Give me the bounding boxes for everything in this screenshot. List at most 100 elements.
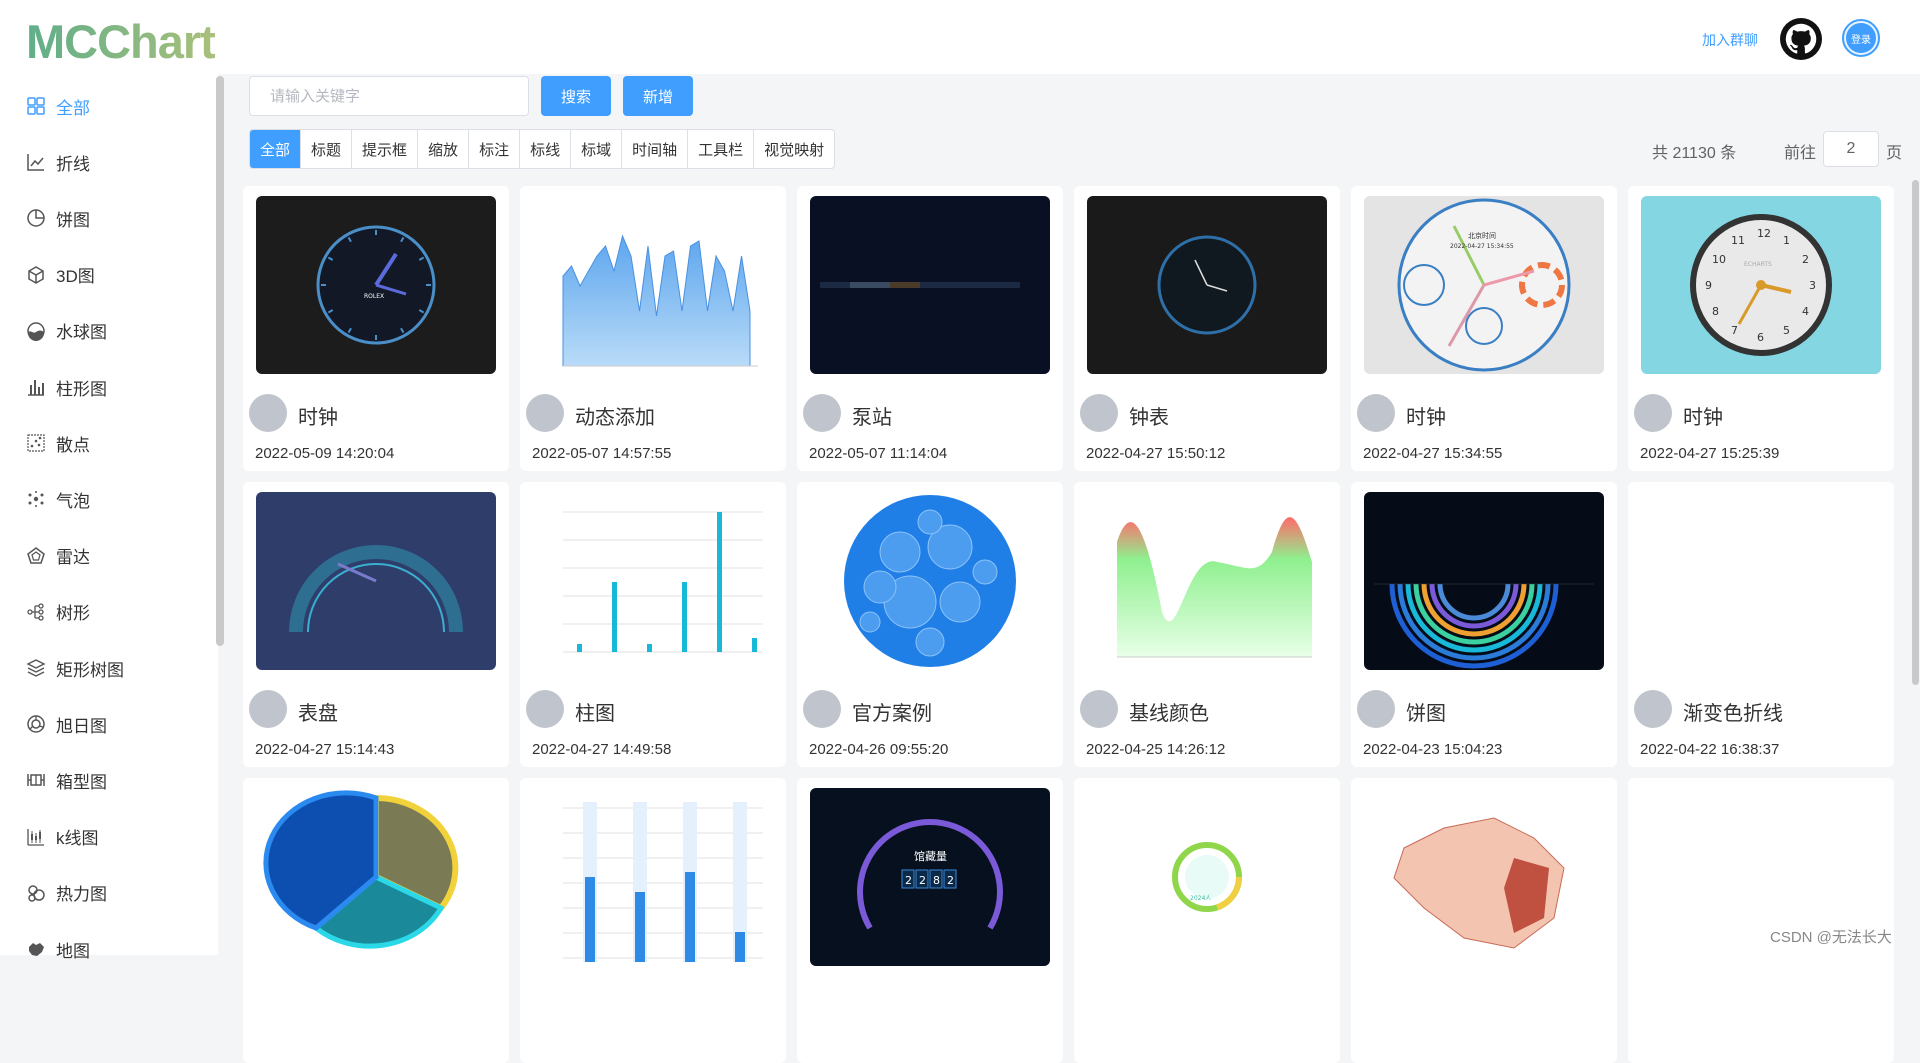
sidebar-scrollbar[interactable]: [216, 76, 224, 646]
thumb-text: 2022-04-27 15:34:55: [1450, 243, 1514, 250]
filter-tab[interactable]: 标题: [301, 130, 353, 168]
thumb-text: 馆藏量: [914, 849, 947, 863]
sidebar-item[interactable]: 热力图: [26, 878, 107, 908]
sidebar-item[interactable]: 全部: [26, 91, 90, 121]
search-button[interactable]: 搜索: [541, 76, 611, 116]
join-group-link[interactable]: 加入群聊: [1702, 30, 1758, 50]
search-input[interactable]: [249, 76, 529, 116]
sidebar-item[interactable]: 柱形图: [26, 372, 107, 402]
sidebar-item[interactable]: 水球图: [26, 316, 107, 346]
filter-tab[interactable]: 视觉映射: [754, 130, 834, 168]
page-number-input[interactable]: [1823, 131, 1879, 167]
login-button[interactable]: 登录: [1842, 19, 1880, 57]
line-chart-icon: [27, 154, 44, 171]
thumb-text: 8: [933, 874, 940, 887]
filter-tab[interactable]: 标域: [571, 130, 623, 168]
card-title: 时钟: [1683, 407, 1723, 429]
card-date: 2022-05-09 14:20:04: [255, 445, 395, 462]
chart-card[interactable]: 北京时间 2022-04-27 15:34:55 时钟 2022-04-27 15:3…: [1351, 186, 1617, 471]
card-title: 钟表: [1129, 407, 1169, 429]
chart-thumbnail[interactable]: [256, 788, 496, 966]
sidebar-item[interactable]: 气泡: [26, 484, 90, 514]
card-title: 表盘: [298, 703, 338, 725]
sidebar-item[interactable]: 折线: [26, 147, 90, 177]
filter-tab[interactable]: 提示框: [352, 130, 419, 168]
sidebar-item[interactable]: 矩形树图: [26, 653, 124, 683]
chart-card[interactable]: 表盘 2022-04-27 15:14:43: [243, 482, 509, 767]
sidebar-item-label: 3D图: [56, 267, 95, 287]
sunburst-icon: [27, 715, 45, 733]
sidebar-item[interactable]: 箱型图: [26, 765, 107, 795]
chart-card[interactable]: 基线颜色 2022-04-25 14:26:12: [1074, 482, 1340, 767]
card-date: 2022-04-23 15:04:23: [1363, 741, 1503, 758]
chart-thumbnail[interactable]: [1641, 492, 1881, 670]
chart-card[interactable]: [520, 778, 786, 1063]
avatar: [1634, 690, 1672, 728]
chart-card[interactable]: 动态添加 2022-05-07 14:57:55: [520, 186, 786, 471]
github-icon[interactable]: [1780, 18, 1822, 60]
sidebar-item[interactable]: 雷达: [26, 541, 90, 571]
sidebar-item[interactable]: k线图: [26, 822, 99, 852]
chart-card[interactable]: 渐变色折线 2022-04-22 16:38:37: [1628, 482, 1894, 767]
sidebar-item-label: 气泡: [56, 491, 90, 511]
sidebar-item[interactable]: 地图: [26, 934, 90, 964]
chart-thumbnail[interactable]: [1087, 196, 1327, 374]
sidebar-item[interactable]: 散点: [26, 428, 90, 458]
main-scrollbar[interactable]: [1912, 180, 1919, 685]
avatar: [1357, 690, 1395, 728]
svg-text:7: 7: [1731, 324, 1738, 337]
chart-thumbnail[interactable]: [810, 492, 1050, 670]
sidebar-item[interactable]: 旭日图: [26, 709, 107, 739]
filter-tab[interactable]: 时间轴: [622, 130, 689, 168]
svg-text:2: 2: [1802, 253, 1809, 266]
filter-tab[interactable]: 工具栏: [688, 130, 755, 168]
avatar: [1080, 690, 1118, 728]
chart-thumbnail[interactable]: 北京时间 2022-04-27 15:34:55: [1364, 196, 1604, 374]
chart-thumbnail[interactable]: [256, 492, 496, 670]
chart-card[interactable]: [1628, 778, 1894, 1063]
chart-thumbnail[interactable]: [533, 788, 773, 966]
chart-card[interactable]: ROLEX 时钟 2022-05-09 14:20:04: [243, 186, 509, 471]
sidebar-item[interactable]: 树形: [26, 597, 90, 627]
chart-thumbnail[interactable]: [1364, 492, 1604, 670]
card-title: 饼图: [1406, 703, 1446, 725]
sidebar-item[interactable]: 3D图: [26, 260, 95, 290]
sidebar-item-label: 箱型图: [56, 772, 107, 792]
chart-thumbnail[interactable]: [533, 196, 773, 374]
chart-thumbnail[interactable]: [533, 492, 773, 670]
filter-tab[interactable]: 缩放: [418, 130, 470, 168]
chart-card[interactable]: 官方案例 2022-04-26 09:55:20: [797, 482, 1063, 767]
svg-text:11: 11: [1731, 234, 1745, 247]
card-title: 动态添加: [575, 407, 655, 429]
svg-text:5: 5: [1783, 324, 1790, 337]
avatar: [249, 394, 287, 432]
chart-thumbnail[interactable]: 馆藏量 2 2 8 2: [810, 788, 1050, 966]
chart-thumbnail[interactable]: 12 1 2 3 4 5 6 7 8 9 10 11 ECHARTS: [1641, 196, 1881, 374]
card-date: 2022-05-07 11:14:04: [809, 445, 948, 462]
chart-thumbnail[interactable]: 2024人: [1087, 788, 1327, 966]
chart-card[interactable]: [243, 778, 509, 1063]
chart-card[interactable]: 柱图 2022-04-27 14:49:58: [520, 482, 786, 767]
pie-chart-icon: [27, 209, 45, 228]
chart-card[interactable]: 2024人: [1074, 778, 1340, 1063]
chart-card[interactable]: 饼图 2022-04-23 15:04:23: [1351, 482, 1617, 767]
chart-card[interactable]: 馆藏量 2 2 8 2: [797, 778, 1063, 1063]
filter-tab[interactable]: 全部: [250, 130, 302, 168]
chart-card[interactable]: 泵站 2022-05-07 11:14:04: [797, 186, 1063, 471]
filter-tab[interactable]: 标线: [520, 130, 572, 168]
logo[interactable]: MCChart: [26, 14, 216, 69]
chart-card[interactable]: [1351, 778, 1617, 1063]
chart-thumbnail[interactable]: [1364, 788, 1604, 966]
card-date: 2022-04-27 15:34:55: [1363, 445, 1503, 462]
chart-card[interactable]: 钟表 2022-04-27 15:50:12: [1074, 186, 1340, 471]
chart-card[interactable]: 12 1 2 3 4 5 6 7 8 9 10 11 ECHARTS 时钟 2022-04-27 15:25…: [1628, 186, 1894, 471]
chart-thumbnail[interactable]: [810, 196, 1050, 374]
boxplot-icon: [27, 774, 45, 787]
filter-tab[interactable]: 标注: [469, 130, 521, 168]
sidebar-item[interactable]: 饼图: [26, 203, 90, 233]
chart-thumbnail[interactable]: ROLEX: [256, 196, 496, 374]
chart-thumbnail[interactable]: [1087, 492, 1327, 670]
add-button[interactable]: 新增: [623, 76, 693, 116]
svg-text:10: 10: [1712, 253, 1726, 266]
sidebar-item-label: 矩形树图: [56, 660, 124, 680]
